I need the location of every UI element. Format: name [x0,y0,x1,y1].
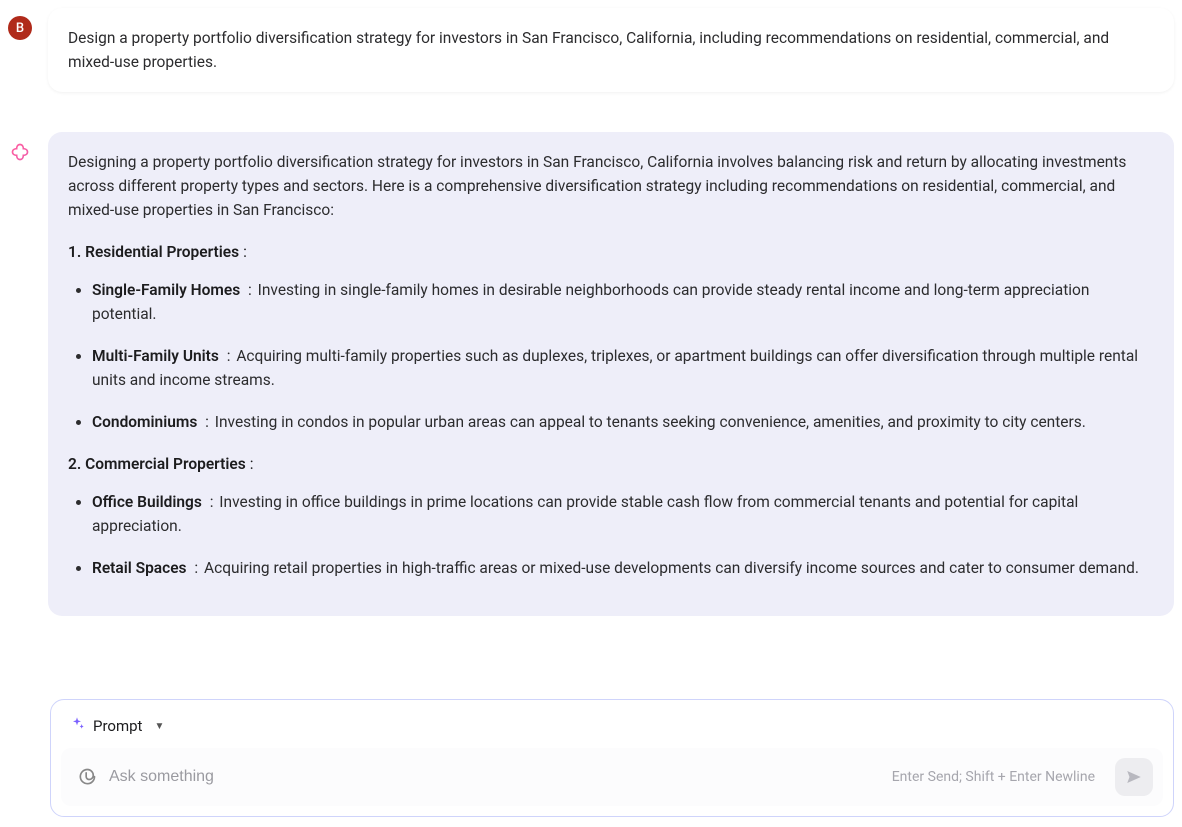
item-bold: Multi-Family Units [92,347,219,365]
section-heading-text: 2. Commercial Properties [68,455,246,473]
item-bold: Condominiums [92,413,197,431]
section-heading: 2. Commercial Properties: [68,452,1154,476]
colon: : [243,243,247,261]
assistant-avatar [8,140,32,164]
assistant-logo-icon [10,142,30,162]
send-icon [1125,768,1143,786]
composer: Prompt ▼ Enter Send; Shift + Enter Newli… [50,699,1174,817]
item-desc: Acquiring multi-family properties such a… [92,347,1138,389]
assistant-message-row: Designing a property portfolio diversifi… [8,132,1174,616]
section-item-list: Office Buildings : Investing in office b… [68,490,1154,580]
sparkle-icon [69,716,85,736]
list-item: Retail Spaces : Acquiring retail propert… [92,556,1154,580]
chat-scroll-area[interactable]: B Design a property portfolio diversific… [0,0,1182,660]
item-bold: Single-Family Homes [92,281,240,299]
item-bold: Office Buildings [92,493,202,511]
item-desc: Investing in single-family homes in desi… [92,281,1089,323]
item-desc: Investing in condos in popular urban are… [215,413,1086,431]
item-desc: Acquiring retail properties in high-traf… [204,559,1139,577]
chevron-down-icon: ▼ [154,721,164,732]
list-item: Multi-Family Units : Acquiring multi-fam… [92,344,1154,392]
send-button[interactable] [1115,758,1153,796]
section-heading-text: 1. Residential Properties [68,243,239,261]
list-item: Condominiums : Investing in condos in po… [92,410,1154,434]
attachment-icon[interactable] [77,767,97,787]
list-item: Office Buildings : Investing in office b… [92,490,1154,538]
message-input[interactable] [109,768,880,786]
user-message-row: B Design a property portfolio diversific… [8,8,1174,92]
user-message-text: Design a property portfolio diversificat… [68,26,1154,74]
user-message-bubble: Design a property portfolio diversificat… [48,8,1174,92]
prompt-label: Prompt [93,717,142,735]
item-bold: Retail Spaces [92,559,187,577]
item-desc: Investing in office buildings in prime l… [92,493,1078,535]
section-item-list: Single-Family Homes : Investing in singl… [68,278,1154,434]
list-item: Single-Family Homes : Investing in singl… [92,278,1154,326]
section-heading: 1. Residential Properties: [68,240,1154,264]
assistant-intro-text: Designing a property portfolio diversifi… [68,150,1154,222]
input-row: Enter Send; Shift + Enter Newline [61,748,1163,806]
prompt-mode-selector[interactable]: Prompt ▼ [61,712,1163,748]
user-avatar: B [8,16,32,40]
assistant-message-bubble: Designing a property portfolio diversifi… [48,132,1174,616]
colon: : [250,455,254,473]
input-hint: Enter Send; Shift + Enter Newline [892,769,1095,785]
